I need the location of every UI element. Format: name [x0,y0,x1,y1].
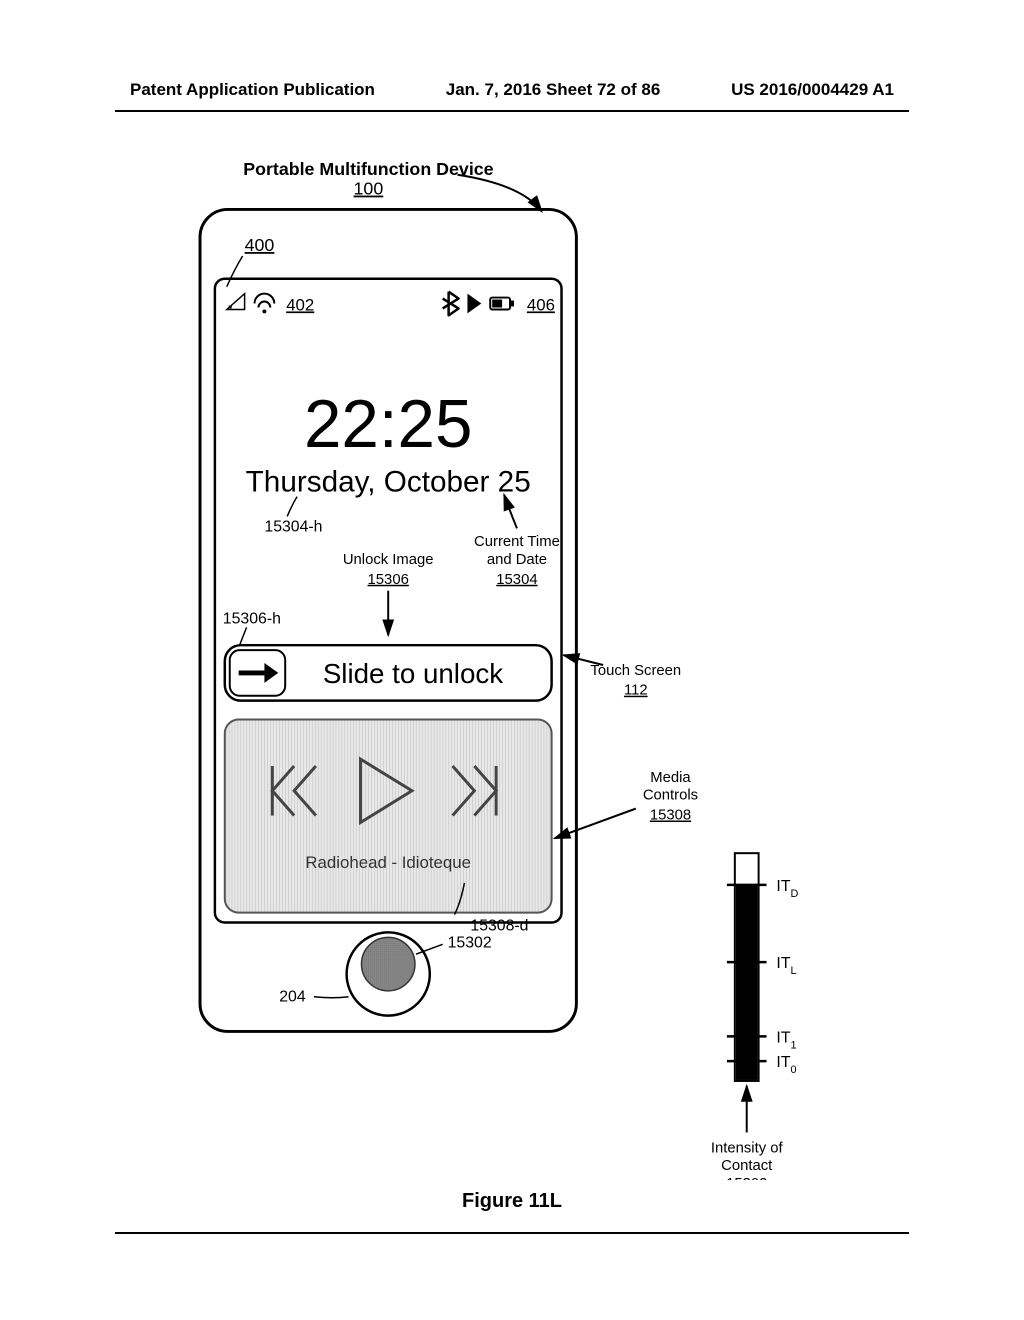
it0-label: IT0 [776,1054,796,1076]
header-rule [115,110,909,112]
figure-caption: Figure 11L [0,1190,1024,1213]
lead-15306h [240,627,247,645]
unlock-image-ref: 15306 [368,572,409,588]
lead-15304h [287,497,297,517]
device-ref: 100 [354,179,384,199]
lead-timedate [504,495,517,529]
diagram-svg: Portable Multifunction Device 100 400 40… [115,150,909,1180]
header-center: Jan. 7, 2016 Sheet 72 of 86 [446,80,661,100]
lead-device [458,175,542,212]
lead-touchscreen [564,655,604,665]
header-left: Patent Application Publication [130,80,375,100]
status-right-ref: 406 [527,295,555,314]
intensity-label1: Intensity of [711,1140,784,1156]
arrow-right-head [264,663,278,683]
intensity-gauge: ITD ITL IT1 IT0 Intensity of Contact 153… [711,853,799,1180]
media-controls-label: Media [650,770,691,786]
home-ref: 204 [279,989,306,1006]
device-label: Portable Multifunction Device [243,159,493,179]
intensity-ref: 15302 [726,1176,767,1180]
screen-ref: 400 [245,235,275,255]
time-date-ref: 15304 [496,572,537,588]
patent-page: Patent Application Publication Jan. 7, 2… [0,0,1024,1320]
media-d-ref: 15308-d [470,917,528,934]
itl-label: ITL [776,955,796,977]
date-handle-ref: 15304-h [264,518,322,535]
unlock-handle-ref: 15306-h [223,610,281,627]
intensity-label2: Contact [721,1158,773,1174]
lead-media-controls [555,809,636,839]
time-text: 22:25 [304,387,473,462]
contact-ref: 15302 [448,934,492,951]
touch-screen-label: Touch Screen [590,663,681,679]
it1-label: IT1 [776,1029,796,1051]
itd-label: ITD [776,878,798,900]
wifi-icon [255,294,275,314]
media-controls-panel [225,719,552,912]
bluetooth-icon [443,292,459,316]
header-right: US 2016/0004429 A1 [731,80,894,100]
slide-text: Slide to unlock [323,658,503,689]
footer-rule [115,1232,909,1234]
date-text: Thursday, October 25 [246,466,531,499]
time-date-label1: Current Time [474,534,560,550]
play-icon [467,294,481,314]
time-date-label2: and Date [487,552,547,568]
media-controls-ref: 15308 [650,808,691,824]
figure-11l: Portable Multifunction Device 100 400 40… [115,150,909,1220]
media-controls-label2: Controls [643,788,698,804]
contact-indicator [361,937,414,990]
signal-icon [227,294,245,310]
touch-screen-ref: 112 [624,683,648,699]
unlock-image-label: Unlock Image [343,552,434,568]
track-label: Radiohead - Idioteque [305,853,471,872]
battery-icon [490,298,514,310]
page-header: Patent Application Publication Jan. 7, 2… [130,80,894,100]
status-left-ref: 402 [286,295,314,314]
lead-400 [227,256,243,287]
lead-204 [314,997,349,998]
